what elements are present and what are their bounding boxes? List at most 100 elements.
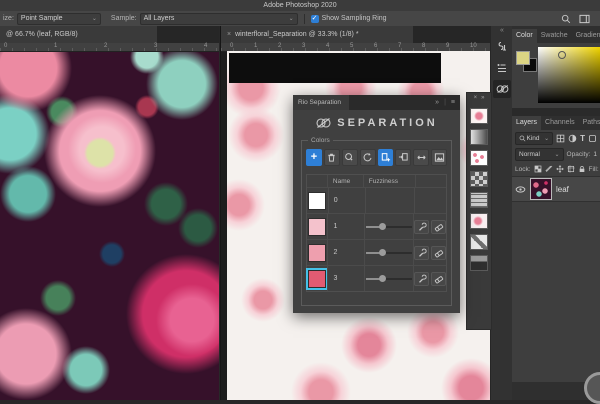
foreground-color-swatch[interactable] (516, 51, 530, 65)
filter-type-layers-icon[interactable]: T (580, 134, 585, 143)
lock-artboard-icon[interactable] (567, 165, 575, 173)
ruler-number: 2 (278, 43, 281, 49)
color-picker-marker[interactable] (558, 51, 566, 59)
app-title-bar: Adobe Photoshop 2020 (0, 0, 600, 11)
close-icon[interactable]: × (474, 93, 478, 103)
layer-row-leaf[interactable]: leaf (512, 176, 600, 202)
ruler-number: 2 (104, 43, 107, 49)
eraser-icon-button[interactable] (431, 272, 446, 286)
sample-dropdown[interactable]: All Layers ⌄ (140, 13, 298, 25)
tab-swatches[interactable]: Swatche (537, 29, 572, 43)
ruler-number: 5 (350, 43, 353, 49)
tab-color[interactable]: Color (512, 29, 537, 43)
chevron-down-icon: ⌄ (555, 151, 560, 158)
preset-thumb-floral-pattern[interactable] (470, 150, 488, 166)
separation-plugin-panel-icon[interactable] (493, 80, 511, 98)
preset-thumb-flower[interactable] (470, 108, 488, 124)
slider-knob[interactable] (379, 275, 386, 282)
preset-thumb-diagonal[interactable] (470, 234, 488, 250)
color-row-3-selected[interactable]: 3 (307, 265, 446, 291)
close-icon[interactable]: × (227, 26, 231, 43)
histogram-button[interactable] (431, 149, 447, 166)
collapse-panel-icon[interactable]: » (435, 99, 439, 106)
preset-thumb-grid[interactable] (470, 192, 488, 208)
layer-thumbnail[interactable] (530, 178, 552, 200)
layer-filter-row: Kind ⌄ T (512, 130, 600, 146)
color-name: 1 (327, 214, 364, 239)
color-row-0[interactable]: 0 (307, 187, 446, 213)
brush-settings-panel-icon[interactable] (493, 38, 511, 56)
refresh-button[interactable] (360, 149, 376, 166)
slider-knob[interactable] (379, 249, 386, 256)
blend-mode-dropdown[interactable]: Normal ⌄ (515, 148, 564, 161)
collapse-icon[interactable]: » (481, 93, 484, 103)
lock-all-icon[interactable] (578, 165, 586, 173)
doc1-tab-bar: @ 66.7% (leaf, RGB/8) (0, 26, 219, 43)
eraser-icon-button[interactable] (431, 246, 446, 260)
color-picker-field[interactable] (538, 47, 600, 103)
wrench-icon-button[interactable] (414, 220, 429, 234)
plugin-toolbar: + (302, 141, 451, 168)
preset-thumb-flower2[interactable] (470, 213, 488, 229)
fuzziness-slider[interactable] (366, 223, 412, 231)
color-panel (512, 43, 600, 108)
color-swatch[interactable] (308, 244, 326, 262)
filter-shape-layers-icon[interactable] (588, 134, 597, 143)
color-swatch[interactable] (308, 218, 326, 236)
layer-filter-kind-dropdown[interactable]: Kind ⌄ (515, 132, 553, 145)
slider-knob[interactable] (379, 223, 386, 230)
lock-transparency-icon[interactable] (534, 165, 542, 173)
export-to-layers-button[interactable] (378, 149, 394, 166)
import-button[interactable] (395, 149, 411, 166)
preset-thumb-image[interactable] (470, 255, 488, 271)
filter-adjustment-layers-icon[interactable] (568, 134, 577, 143)
dock-collapse-icon[interactable]: « (491, 26, 513, 35)
panel-menu-icon[interactable]: ≡ (451, 99, 455, 106)
plugin-brand-row: SEPARATION (293, 110, 460, 136)
tab-gradients[interactable]: Gradien (572, 29, 600, 43)
tab-channels[interactable]: Channels (541, 116, 579, 130)
wrench-icon-button[interactable] (414, 246, 429, 260)
ruler-number: 8 (422, 43, 425, 49)
search-icon[interactable] (561, 14, 571, 24)
plugin-title-bar[interactable]: Rio Separation » | ≡ (293, 95, 460, 110)
tab-layers[interactable]: Layers (512, 116, 541, 130)
plugin-window-title: Rio Separation (293, 95, 349, 110)
ruler-number: 0 (4, 43, 7, 49)
preset-thumb-checker[interactable] (470, 171, 488, 187)
wrench-icon-button[interactable] (414, 272, 429, 286)
pick-color-button[interactable] (342, 149, 358, 166)
add-color-button[interactable]: + (306, 149, 322, 166)
ruler-number: 0 (230, 43, 233, 49)
lock-position-icon[interactable] (556, 165, 564, 173)
clone-source-panel-icon[interactable] (493, 59, 511, 77)
sample-value: All Layers (144, 15, 175, 22)
colors-table-header: Name Fuzziness (307, 175, 446, 187)
color-name: 0 (328, 188, 365, 213)
doc2-tab[interactable]: × winterfloral_Separation @ 33.3% (1/8) … (221, 26, 413, 43)
swap-button[interactable] (413, 149, 429, 166)
workspace-switcher-icon[interactable] (579, 14, 590, 24)
color-swatch-selected[interactable] (308, 270, 326, 288)
preset-thumb-gradient[interactable] (470, 129, 488, 145)
sample-size-dropdown[interactable]: Point Sample ⌄ (17, 13, 101, 25)
filter-pixel-layers-icon[interactable] (556, 134, 565, 143)
colors-group: Colors + (301, 140, 452, 306)
doc1-tab[interactable]: @ 66.7% (leaf, RGB/8) (0, 26, 157, 43)
eraser-icon-button[interactable] (431, 220, 446, 234)
show-sampling-ring-checkbox[interactable]: ✓ (311, 15, 319, 23)
tab-paths[interactable]: Paths (579, 116, 600, 130)
color-swatch[interactable] (308, 192, 326, 210)
fuzziness-slider[interactable] (366, 249, 412, 257)
delete-color-button[interactable] (324, 149, 340, 166)
lock-paint-icon[interactable] (545, 165, 553, 173)
search-icon (519, 135, 526, 142)
foreground-background-swatches[interactable] (516, 51, 538, 73)
doc1-canvas-floral-artwork[interactable] (0, 52, 219, 400)
opacity-value[interactable]: 1 (593, 151, 597, 158)
color-row-2[interactable]: 2 (307, 239, 446, 265)
visibility-eye-icon[interactable] (515, 185, 526, 194)
color-row-1[interactable]: 1 (307, 213, 446, 239)
ruler-number: 7 (398, 43, 401, 49)
fuzziness-slider[interactable] (366, 275, 412, 283)
